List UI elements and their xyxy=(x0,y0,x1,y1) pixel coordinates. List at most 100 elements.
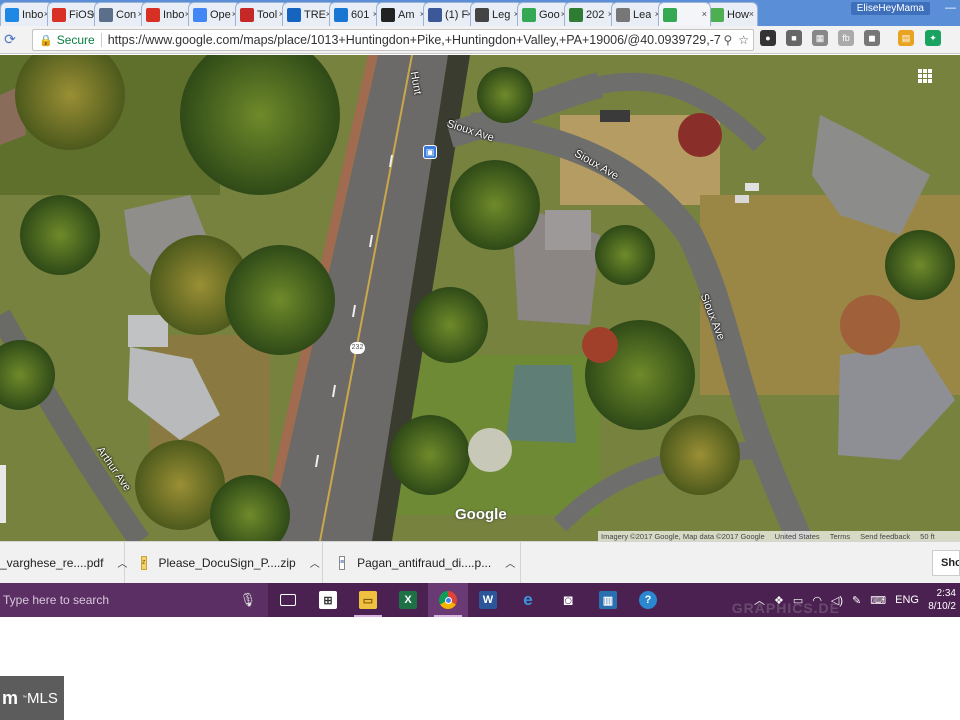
send-feedback-link[interactable]: Send feedback xyxy=(860,532,910,541)
address-bar[interactable]: 🔒 Secure https://www.google.com/maps/pla… xyxy=(32,29,754,51)
tab-label: Tool xyxy=(257,8,278,21)
clock-date: 8/10/2 xyxy=(928,601,956,612)
back-arrow-icon[interactable]: ⟳ xyxy=(0,31,20,48)
url-text[interactable]: https://www.google.com/maps/place/1013+H… xyxy=(108,33,724,47)
browser-tab[interactable]: Lea× xyxy=(611,2,664,26)
browser-tab[interactable]: Inbo× xyxy=(141,2,194,26)
maps-icon xyxy=(663,7,677,22)
map-attribution: Imagery ©2017 Google, Map data ©2017 Goo… xyxy=(598,531,960,541)
gmail-icon xyxy=(52,7,66,22)
inbox-icon xyxy=(5,7,19,22)
apps-grid-icon[interactable] xyxy=(918,69,932,83)
google-icon xyxy=(193,7,207,22)
pen-icon[interactable]: ✎ xyxy=(852,594,861,607)
browser-tab[interactable]: Goo× xyxy=(517,2,570,26)
camera-icon: ◙ xyxy=(563,591,573,609)
bus-stop-icon[interactable]: ▣ xyxy=(423,145,437,159)
tab-label: Inbo xyxy=(163,8,185,21)
edge-button[interactable]: e xyxy=(508,583,548,617)
browser-tab[interactable]: × xyxy=(658,2,711,26)
mls-text: MLS xyxy=(27,689,58,707)
chevron-up-icon[interactable]: ︿ xyxy=(505,555,515,570)
keyboard-icon[interactable]: ⌨ xyxy=(870,594,886,607)
doc-icon xyxy=(334,7,348,22)
star-icon[interactable]: ☆ xyxy=(738,33,749,47)
microphone-icon[interactable]: 🎙 xyxy=(239,592,256,608)
browser-tab[interactable]: TRE× xyxy=(282,2,335,26)
clock[interactable]: 2:34 8/10/2 xyxy=(928,587,956,613)
search-icon[interactable]: ⚲ xyxy=(723,33,732,47)
browser-tab[interactable]: Leg× xyxy=(470,2,523,26)
satellite-map[interactable]: Hunt Sioux Ave Sioux Ave Sioux Ave Arthu… xyxy=(0,55,960,541)
tab-label: 202 xyxy=(586,8,605,21)
browser-tab[interactable]: Tool× xyxy=(235,2,288,26)
extension-icon[interactable]: ▤ xyxy=(898,30,914,46)
store-button[interactable]: ⊞ xyxy=(308,583,348,617)
page-icon xyxy=(569,7,583,22)
browser-tab[interactable]: How × xyxy=(705,2,758,26)
close-icon[interactable]: × xyxy=(702,9,707,19)
browser-tab[interactable]: (1) F× xyxy=(423,2,476,26)
google-logo: Google xyxy=(455,506,507,523)
browser-tab[interactable]: Ope× xyxy=(188,2,241,26)
word-button[interactable]: W xyxy=(468,583,508,617)
tab-label: Lea xyxy=(633,8,652,21)
tab-label: TRE xyxy=(304,8,326,21)
download-filename: Pagan_antifraud_di....p... xyxy=(357,555,492,570)
scale-label[interactable]: 50 ft xyxy=(920,532,935,541)
help-button[interactable]: ? xyxy=(628,583,668,617)
edge-icon: e xyxy=(523,590,533,609)
tab-label: Inbo xyxy=(22,8,44,21)
close-icon[interactable]: × xyxy=(749,9,754,19)
language-indicator[interactable]: ENG xyxy=(895,594,919,606)
extension-icon[interactable]: ▦ xyxy=(812,30,828,46)
browser-tab[interactable]: Inbo× xyxy=(0,2,53,26)
tab-label: Con xyxy=(116,8,137,21)
file-explorer-button[interactable]: ▭ xyxy=(348,583,388,617)
browser-tab[interactable]: 601× xyxy=(329,2,382,26)
page-icon xyxy=(616,7,630,22)
search-placeholder: Type here to search xyxy=(3,593,110,607)
extension-icon[interactable]: ✦ xyxy=(925,30,941,46)
bank-icon: ▥ xyxy=(599,591,617,609)
imagery-credit: Imagery ©2017 Google, Map data ©2017 Goo… xyxy=(601,531,765,541)
chevron-up-icon[interactable]: ︿ xyxy=(310,555,320,570)
browser-tab[interactable]: Con× xyxy=(94,2,147,26)
tab-label: (1) F xyxy=(445,8,469,21)
excel-button[interactable]: X xyxy=(388,583,428,617)
browser-tab[interactable]: FiOS× xyxy=(47,2,100,26)
screenshot-root: Inbo×FiOS×Con×Inbo×Ope×Tool×TRE×601×Am×(… xyxy=(0,0,960,720)
taskbar-search[interactable]: Type here to search 🎙 xyxy=(0,583,268,617)
task-view-button[interactable] xyxy=(268,583,308,617)
download-item[interactable]: _varghese_re....pdf ︿ xyxy=(0,541,127,584)
loading-icon xyxy=(710,7,724,22)
mls-mark: m xyxy=(2,687,19,708)
extension-icon[interactable]: fb xyxy=(838,30,854,46)
folder-icon: ▭ xyxy=(359,591,377,609)
profile-name[interactable]: EliseHeyMama xyxy=(850,2,930,15)
app-button[interactable]: ▥ xyxy=(588,583,628,617)
window-controls[interactable]: — xyxy=(945,2,956,14)
show-all-button[interactable]: Sho xyxy=(932,550,960,576)
map-side-panel-toggle[interactable] xyxy=(0,465,6,523)
tool-icon xyxy=(240,7,254,22)
terms-link[interactable]: Terms xyxy=(830,532,850,541)
extension-icon[interactable]: ● xyxy=(760,30,776,46)
extension-icon[interactable]: ◼ xyxy=(864,30,880,46)
lock-icon: 🔒 xyxy=(39,34,53,47)
country-link[interactable]: United States xyxy=(775,532,820,541)
browser-tab[interactable]: 202× xyxy=(564,2,617,26)
chrome-button[interactable] xyxy=(428,583,468,617)
tab-label: 601 xyxy=(351,8,370,21)
download-item[interactable]: z Please_DocuSign_P....zip ︿ xyxy=(125,541,323,584)
task-view-icon xyxy=(280,594,296,606)
extension-icon[interactable]: ■ xyxy=(786,30,802,46)
lc-icon xyxy=(475,7,489,22)
tab-label: How xyxy=(727,8,750,21)
camera-button[interactable]: ◙ xyxy=(548,583,588,617)
browser-tab[interactable]: Am× xyxy=(376,2,429,26)
route-shield: 232 xyxy=(350,342,365,354)
watermark-text: GRAPHICS.DE xyxy=(731,600,840,616)
download-item[interactable]: ≡ Pagan_antifraud_di....p... ︿ xyxy=(323,541,521,584)
tab-label: Leg xyxy=(492,8,511,21)
